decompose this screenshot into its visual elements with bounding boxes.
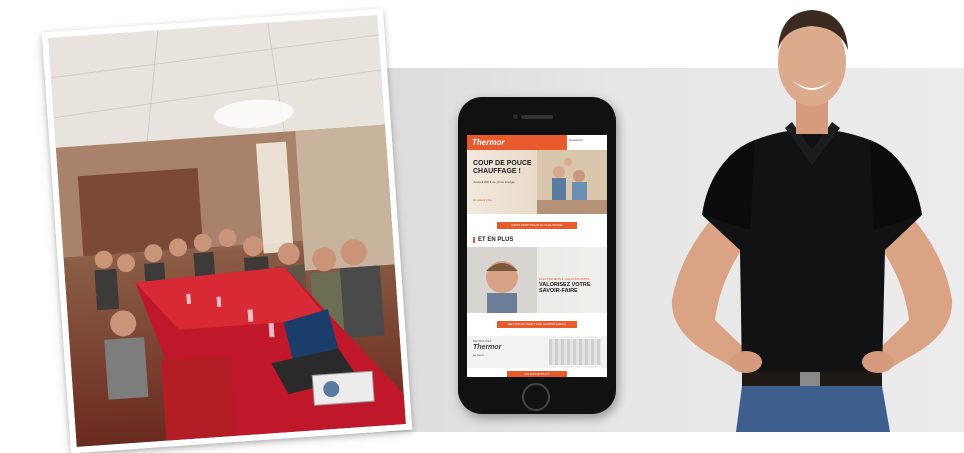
hero-button[interactable]: C'EST PARTI POUR LE CHAUFFAGE bbox=[497, 222, 577, 229]
newsletter-header: Thermor Newsletter bbox=[467, 135, 607, 150]
card-button[interactable]: METTEZ EN AVANT VOS COMPÉTENCES bbox=[497, 321, 577, 328]
thermor-logo: Thermor bbox=[472, 138, 505, 147]
card-title: VALORISEZ VOTRE SAVOIR-FAIRE bbox=[539, 282, 591, 294]
smartphone: Thermor Newsletter COUP DE POUCE CHAUFFA… bbox=[458, 97, 616, 414]
smiling-man-thumbnail bbox=[467, 247, 537, 313]
man-illustration bbox=[671, 10, 953, 432]
header-info: Newsletter bbox=[567, 135, 607, 150]
card-tag: ÉLECTRICIENS & CHAUFFAGISTES bbox=[539, 277, 590, 281]
meeting-scene-illustration bbox=[48, 14, 406, 441]
hero-text: Jusqu'à 800 € de prime énergie bbox=[473, 180, 515, 184]
hero-title: COUP DE POUCE CHAUFFAGE ! bbox=[473, 160, 532, 175]
phone-screen: Thermor Newsletter COUP DE POUCE CHAUFFA… bbox=[467, 135, 607, 377]
hero-banner: COUP DE POUCE CHAUFFAGE ! Jusqu'à 800 € … bbox=[467, 150, 607, 214]
footer-logo: Thermor bbox=[473, 344, 502, 351]
man-photo bbox=[660, 0, 964, 432]
meeting-photo bbox=[41, 8, 413, 453]
footer-banner: RETROUVEZ Thermor au salon ... bbox=[467, 336, 607, 368]
hero-link[interactable]: En savoir plus bbox=[473, 198, 492, 202]
footer-text: au salon ... bbox=[473, 353, 488, 357]
home-button-icon bbox=[522, 383, 550, 411]
section-title: ET EN PLUS bbox=[473, 237, 601, 243]
footer-kicker: RETROUVEZ bbox=[473, 339, 492, 343]
promo-card: ÉLECTRICIENS & CHAUFFAGISTES VALORISEZ V… bbox=[467, 247, 607, 313]
footer-button[interactable]: EN SAVOIR PLUS bbox=[507, 371, 567, 377]
earpiece-speaker bbox=[521, 115, 553, 119]
front-camera-icon bbox=[513, 114, 518, 119]
product-image bbox=[549, 339, 601, 365]
